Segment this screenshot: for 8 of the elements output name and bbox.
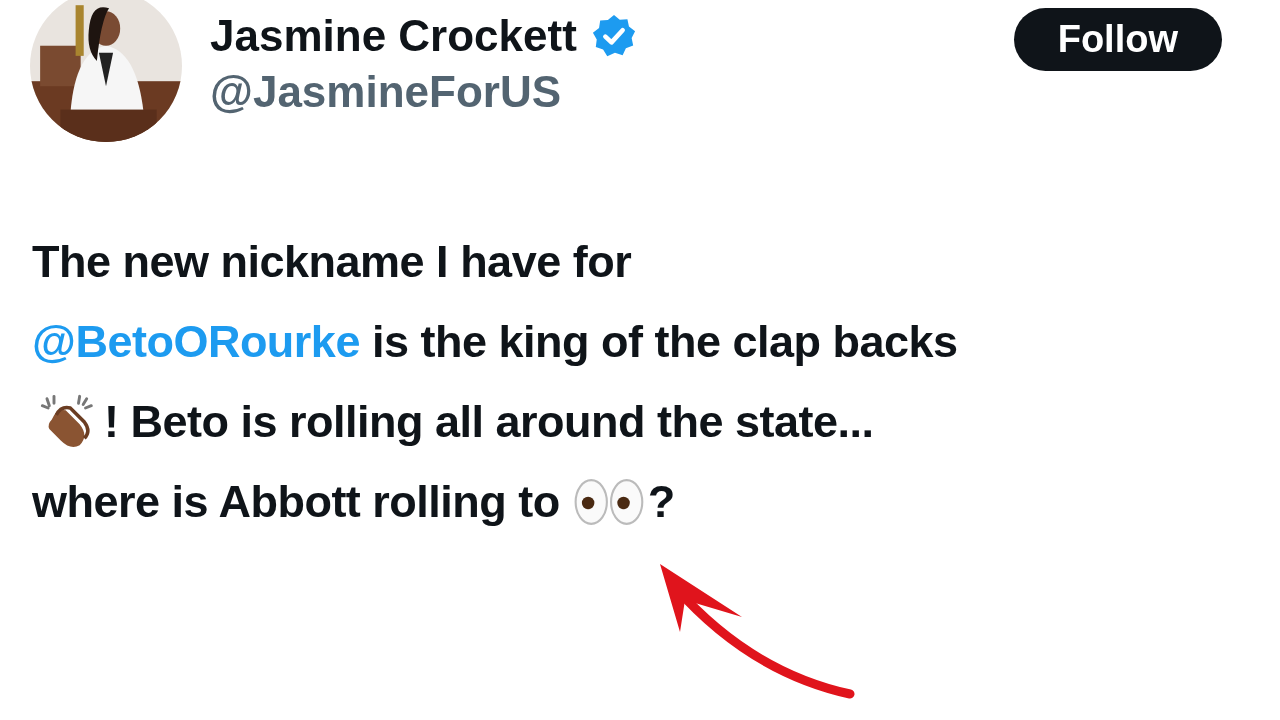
post-text: where is Abbott rolling to xyxy=(32,476,561,528)
post-text: is the king of the clap backs xyxy=(370,316,958,368)
post-text: The new nickname I have for xyxy=(32,236,632,288)
post-text: ! Beto is rolling all around the state... xyxy=(104,396,874,448)
author-handle[interactable]: @JasmineForUS xyxy=(210,64,1014,120)
post-text: ? xyxy=(647,476,675,528)
author-name[interactable]: Jasmine Crockett xyxy=(210,8,577,64)
follow-button[interactable]: Follow xyxy=(1013,8,1222,71)
